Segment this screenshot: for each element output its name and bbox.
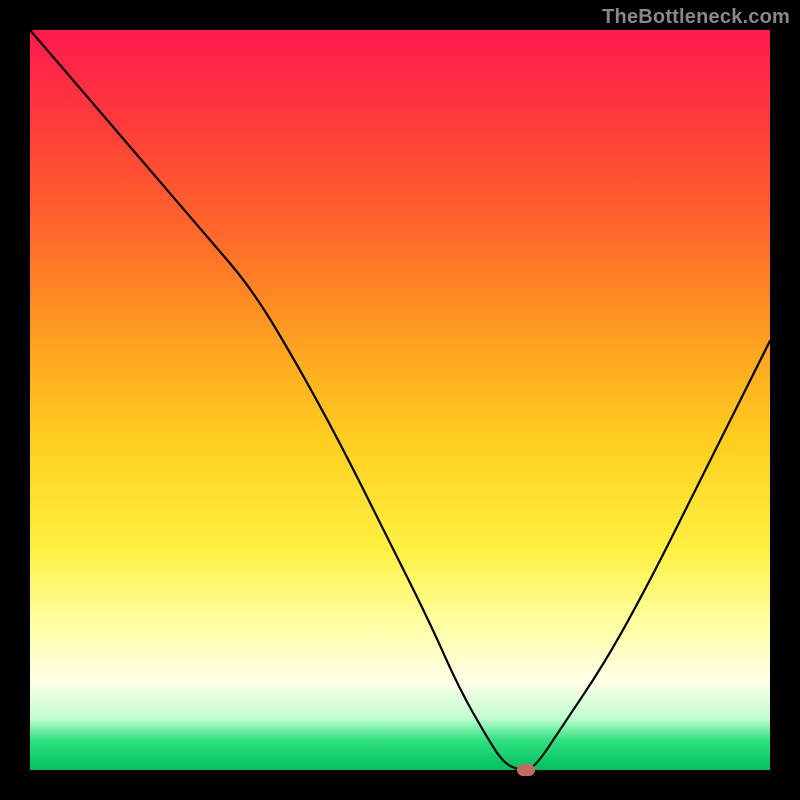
watermark-label: TheBottleneck.com (602, 6, 790, 29)
plot-area (30, 30, 770, 770)
chart-frame: TheBottleneck.com (0, 0, 800, 800)
optimal-marker (517, 764, 535, 776)
curve-svg (30, 30, 770, 770)
bottleneck-curve (30, 30, 770, 770)
